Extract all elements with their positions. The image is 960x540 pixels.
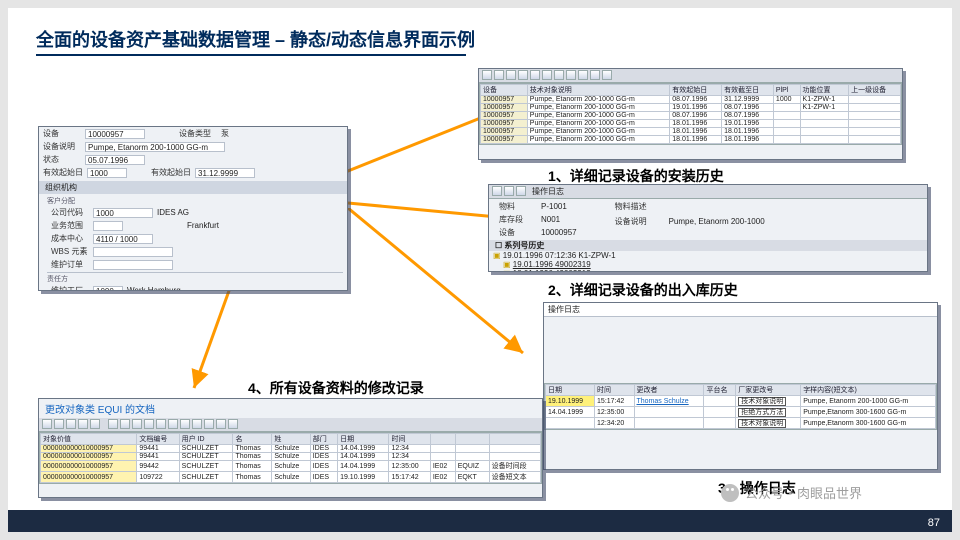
- doc-title: 更改对象类 EQUI 的文档: [39, 399, 542, 418]
- oplog-panel: 操作日志 日期时间更改者平台名厂家更改号字样内容(短文本)19.10.19991…: [543, 302, 938, 470]
- stock-history-panel: 操作日志 物料P-1001 库存段N001 设备10000957 物料描述 设备…: [488, 184, 928, 272]
- tab-org[interactable]: 组织机构: [39, 181, 347, 194]
- install-history-panel: 设备技术对象说明有效起始日有效截至日PlPl功能位置上一级设备10000957P…: [478, 68, 903, 160]
- page-title: 全面的设备资产基础数据管理 – 静态/动态信息界面示例: [36, 26, 475, 52]
- field-equip[interactable]: 10000957: [85, 129, 145, 139]
- caption-2: 2、详细记录设备的出入库历史: [548, 280, 738, 300]
- oplog-titlebar: 操作日志: [544, 303, 937, 317]
- wechat-icon: [721, 484, 739, 502]
- tree-root[interactable]: ☐ 系列号历史: [489, 240, 927, 251]
- tree-item[interactable]: ▣ 18.01.1996 49002313: [489, 269, 927, 272]
- field-desc[interactable]: Pumpe, Etanorm 200-1000 GG-m: [85, 142, 225, 152]
- toolbar-a: [479, 69, 902, 83]
- tool-icon[interactable]: [482, 70, 492, 80]
- oplog-grid[interactable]: 日期时间更改者平台名厂家更改号字样内容(短文本)19.10.199915:17:…: [544, 383, 937, 430]
- label-desc: 设备说明: [43, 141, 81, 152]
- title-underline: [36, 54, 466, 56]
- caption-1: 1、详细记录设备的安装历史: [548, 166, 724, 186]
- caption-4: 4、所有设备资料的修改记录: [248, 378, 424, 398]
- master-panel: 设备10000957设备类型泵 设备说明Pumpe, Etanorm 200-1…: [38, 126, 348, 291]
- footer: 87: [8, 510, 952, 532]
- toolbar-d: [39, 418, 542, 432]
- label-equip: 设备: [43, 128, 81, 139]
- tree-item[interactable]: ▣ 19.01.1996 07:12:36 K1-ZPW-1: [489, 251, 927, 260]
- toolbar-b: 操作日志: [489, 185, 927, 199]
- tree-item[interactable]: ▣ 19.01.1996 49002319: [489, 260, 927, 269]
- doc-changes-panel: 更改对象类 EQUI 的文档 对象价值文档编号用户 ID名姓部门日期时间0000…: [38, 398, 543, 498]
- page-number: 87: [928, 517, 940, 529]
- install-history-grid[interactable]: 设备技术对象说明有效起始日有效截至日PlPl功能位置上一级设备10000957P…: [479, 83, 902, 145]
- watermark: 公众号・肉眼品世界: [721, 483, 862, 502]
- doc-grid[interactable]: 对象价值文档编号用户 ID名姓部门日期时间0000000000100009579…: [39, 432, 542, 484]
